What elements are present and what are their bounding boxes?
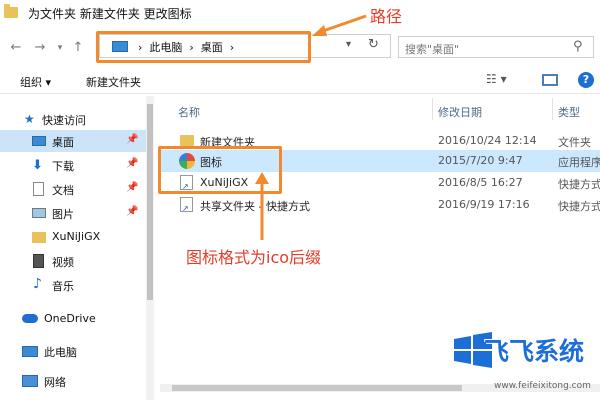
path-arrowhead bbox=[312, 25, 327, 36]
path-arrow bbox=[319, 14, 367, 34]
watermark-url: www.feifeixitong.com bbox=[494, 381, 591, 391]
icon-annotation-label: 图标格式为ico后缀 bbox=[186, 248, 322, 267]
watermark-brand: 飞飞系统 bbox=[484, 337, 585, 366]
path-annotation-label: 路径 bbox=[370, 7, 403, 26]
icon-arrowhead bbox=[255, 172, 269, 184]
